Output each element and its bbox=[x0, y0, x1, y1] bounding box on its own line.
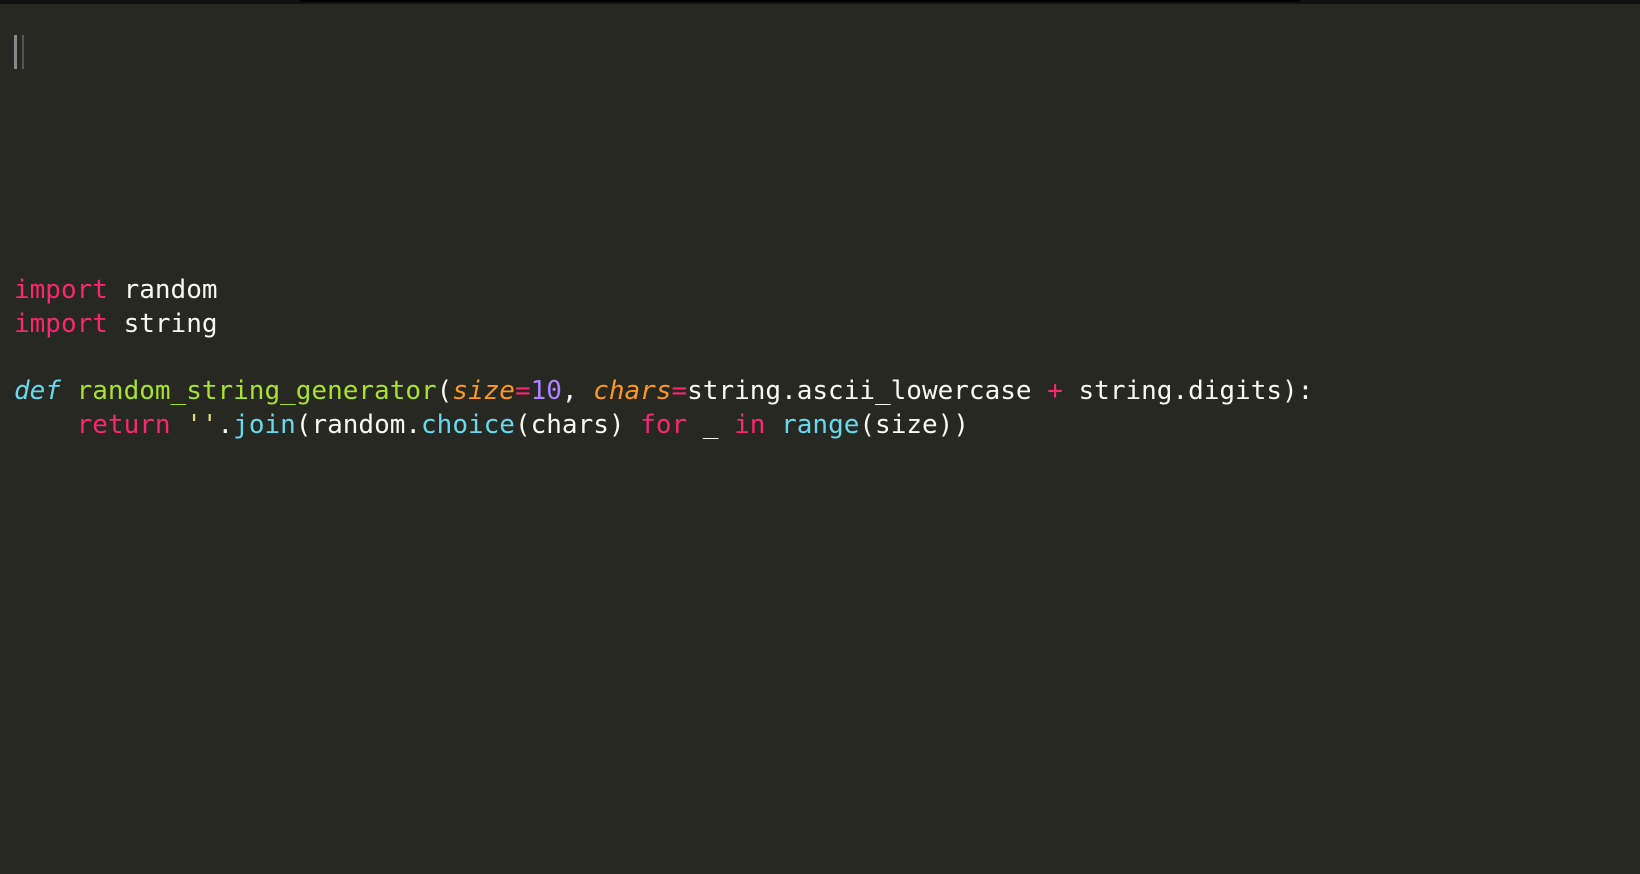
param-size: size bbox=[452, 376, 515, 406]
code-line[interactable]: def random_string_generator(size=10, cha… bbox=[14, 376, 1313, 406]
paren-open: ( bbox=[859, 410, 875, 440]
keyword-return: return bbox=[77, 410, 171, 440]
keyword-for: for bbox=[640, 410, 687, 440]
paren-close-double: )) bbox=[938, 410, 969, 440]
keyword-import: import bbox=[14, 309, 108, 339]
method-choice: choice bbox=[421, 410, 515, 440]
paren-open: ( bbox=[296, 410, 312, 440]
paren-close-colon: ): bbox=[1282, 376, 1313, 406]
space bbox=[687, 410, 703, 440]
space bbox=[108, 275, 124, 305]
space bbox=[625, 410, 641, 440]
code-editor[interactable]: import random import string def random_s… bbox=[14, 274, 1313, 443]
indent bbox=[14, 410, 77, 440]
operator-plus: + bbox=[1032, 376, 1079, 406]
blank-line[interactable] bbox=[14, 343, 30, 373]
arg-size: size bbox=[875, 410, 938, 440]
paren-open: ( bbox=[437, 376, 453, 406]
function-name: random_string_generator bbox=[77, 376, 437, 406]
number-literal: 10 bbox=[531, 376, 562, 406]
attr-digits: digits bbox=[1188, 376, 1282, 406]
dot: . bbox=[218, 410, 234, 440]
builtin-range: range bbox=[781, 410, 859, 440]
ident-random: random bbox=[311, 410, 405, 440]
text-cursor bbox=[14, 35, 17, 69]
string-literal: '' bbox=[186, 410, 217, 440]
code-line[interactable]: return ''.join(random.choice(chars) for … bbox=[14, 410, 969, 440]
paren-open: ( bbox=[515, 410, 531, 440]
module-random: random bbox=[124, 275, 218, 305]
space bbox=[171, 410, 187, 440]
space bbox=[108, 309, 124, 339]
arg-chars: chars bbox=[531, 410, 609, 440]
ident-string: string bbox=[687, 376, 781, 406]
code-line[interactable]: import random bbox=[14, 275, 218, 305]
module-string: string bbox=[124, 309, 218, 339]
operator-eq: = bbox=[515, 376, 531, 406]
space bbox=[61, 376, 77, 406]
space bbox=[765, 410, 781, 440]
text-cursor-shadow bbox=[22, 35, 24, 69]
param-chars: chars bbox=[593, 376, 671, 406]
attr-ascii-lowercase: ascii_lowercase bbox=[797, 376, 1032, 406]
operator-eq: = bbox=[672, 376, 688, 406]
ident-string: string bbox=[1079, 376, 1173, 406]
comma: , bbox=[562, 376, 593, 406]
code-line[interactable]: import string bbox=[14, 309, 218, 339]
underscore: _ bbox=[703, 410, 719, 440]
method-join: join bbox=[233, 410, 296, 440]
paren-close: ) bbox=[609, 410, 625, 440]
dot: . bbox=[781, 376, 797, 406]
window-top-border-inset bbox=[300, 0, 1300, 2]
dot: . bbox=[1172, 376, 1188, 406]
keyword-def: def bbox=[14, 376, 61, 406]
keyword-import: import bbox=[14, 275, 108, 305]
keyword-in: in bbox=[734, 410, 765, 440]
space bbox=[718, 410, 734, 440]
dot: . bbox=[405, 410, 421, 440]
